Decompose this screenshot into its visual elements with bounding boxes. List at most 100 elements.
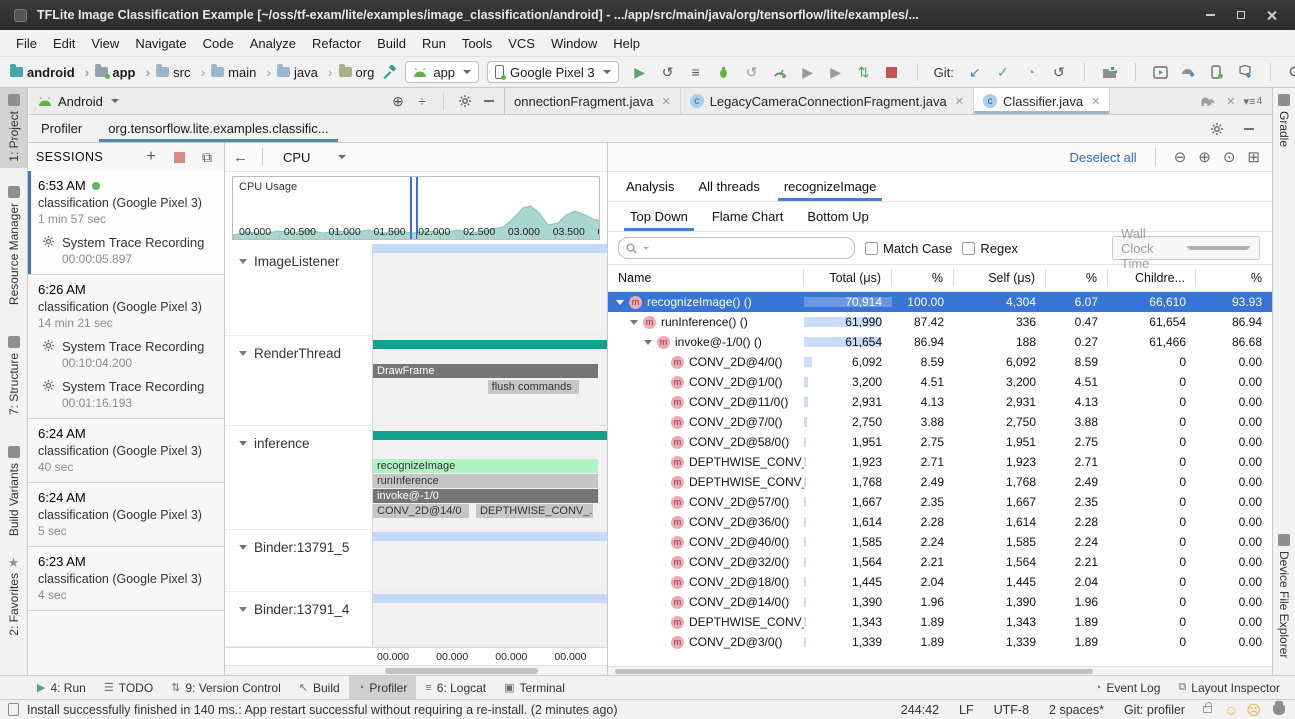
session-item[interactable]: 6:26 AMclassification (Google Pixel 3)14… (28, 275, 224, 419)
table-row[interactable]: mCONV_2D@4/0()6,0928.596,0928.5900.00 (608, 352, 1272, 372)
thread-row[interactable]: RenderThreadDrawFrameflush commands (225, 336, 607, 426)
thread-track[interactable]: DrawFrameflush commands (373, 336, 607, 425)
device-manager-icon[interactable] (1208, 63, 1226, 81)
project-structure-icon[interactable] (1101, 63, 1119, 81)
table-row[interactable]: mCONV_2D@3/0()1,3391.891,3391.8900.00 (608, 632, 1272, 652)
zoom-in-icon[interactable]: ⊕ (1198, 148, 1211, 166)
toolwindow-button-event-log[interactable]: ◔Event Log (1086, 676, 1170, 699)
editor-tab[interactable]: onnectionFragment.java✕ (505, 88, 681, 114)
reset-zoom-icon[interactable]: ⊙ (1223, 148, 1236, 166)
toolwindow-button-terminal[interactable]: ▣Terminal (495, 676, 574, 699)
toolwindow-button-9-version-control[interactable]: ⇅9: Version Control (162, 676, 290, 699)
tab-profiler[interactable]: Profiler (28, 115, 95, 142)
build-hammer-icon[interactable] (382, 63, 397, 81)
debug-button[interactable] (715, 63, 733, 81)
trace-event-bar[interactable]: DEPTHWISE_CONV_... (476, 504, 593, 518)
attach-profiler-button[interactable]: ▶ (799, 63, 817, 81)
git-history-icon[interactable]: ◔ (1022, 63, 1040, 81)
tab-profiler-session[interactable]: org.tensorflow.lite.examples.classific..… (95, 115, 341, 142)
toolwindow-button-todo[interactable]: ☰TODO (95, 676, 162, 699)
menu-vcs[interactable]: VCS (500, 32, 543, 55)
breadcrumb-item[interactable]: src (154, 62, 207, 82)
session-item[interactable]: 6:53 AMclassification (Google Pixel 3)1 … (28, 171, 224, 275)
column-header[interactable]: % (892, 269, 954, 287)
file-encoding[interactable]: UTF-8 (988, 703, 1035, 717)
expand-arrow-icon[interactable] (616, 300, 624, 305)
status-message[interactable]: Install successfully finished in 140 ms.… (27, 703, 887, 717)
close-icon[interactable]: ✕ (1226, 95, 1235, 108)
toolwindow-button-6-logcat[interactable]: ≡6: Logcat (416, 676, 495, 699)
menu-run[interactable]: Run (414, 32, 454, 55)
table-row[interactable]: mDEPTHWISE_CONV_2D1,9232.711,9232.7100.0… (608, 452, 1272, 472)
tab-recognizeimage[interactable]: recognizeImage (772, 172, 889, 201)
profile-button[interactable] (771, 63, 789, 81)
collapse-sessions-icon[interactable]: ⧉ (198, 148, 216, 166)
trace-event-bar[interactable] (373, 431, 607, 440)
collapse-all-icon[interactable]: ÷ (413, 92, 431, 110)
attach-profiler-low-overhead-button[interactable]: ▶ (827, 63, 845, 81)
breadcrumb-item[interactable]: java (275, 62, 335, 82)
close-icon[interactable]: ✕ (661, 95, 670, 108)
table-row[interactable]: mrecognizeImage() ()70,914100.004,3046.0… (608, 292, 1272, 312)
table-row[interactable]: mDEPTHWISE_CONV_2D1,3431.891,3431.8900.0… (608, 612, 1272, 632)
column-header[interactable]: % (1196, 269, 1272, 287)
table-row[interactable]: mCONV_2D@32/0()1,5642.211,5642.2100.00 (608, 552, 1272, 572)
menu-window[interactable]: Window (543, 32, 605, 55)
settings-icon[interactable] (456, 92, 474, 110)
menu-code[interactable]: Code (195, 32, 242, 55)
apply-changes-button[interactable]: ↺ (659, 63, 677, 81)
table-row[interactable]: mCONV_2D@58/0()1,9512.751,9512.7500.00 (608, 432, 1272, 452)
session-item[interactable]: 6:24 AMclassification (Google Pixel 3)5 … (28, 483, 224, 547)
toolwindow-tab-gradle[interactable]: Gradle (1273, 88, 1295, 153)
toolwindow-tab-build-variants[interactable]: Build Variants (0, 440, 27, 542)
recording-item[interactable]: System Trace Recording00:01:16.193 (42, 379, 216, 410)
table-row[interactable]: mrunInference() ()61,99087.423360.4761,6… (608, 312, 1272, 332)
menu-build[interactable]: Build (369, 32, 414, 55)
subtab-flame-chart[interactable]: Flame Chart (700, 202, 796, 231)
menu-help[interactable]: Help (605, 32, 648, 55)
column-header[interactable]: Childre... (1108, 269, 1196, 287)
menu-refactor[interactable]: Refactor (304, 32, 369, 55)
stop-button[interactable] (883, 63, 901, 81)
zoom-to-selection-icon[interactable]: ⊞ (1247, 148, 1260, 166)
avd-manager-icon[interactable] (1152, 63, 1170, 81)
thread-row[interactable]: ImageListener (225, 244, 607, 336)
collapse-thread-icon[interactable] (239, 259, 247, 264)
trace-event-bar[interactable]: recognizeImage (373, 459, 598, 473)
trace-event-bar[interactable]: runInference (373, 474, 598, 488)
collapse-thread-icon[interactable] (239, 441, 247, 446)
table-row[interactable]: mCONV_2D@7/0()2,7503.882,7503.8800.00 (608, 412, 1272, 432)
toolwindow-button-4-run[interactable]: ▶4: Run (28, 676, 95, 699)
table-horizontal-scrollbar[interactable] (608, 666, 1272, 675)
git-commit-icon[interactable]: ✓ (994, 63, 1012, 81)
minimize-panel-icon[interactable] (1240, 120, 1258, 138)
thread-row[interactable]: Binder:13791_5 (225, 530, 607, 592)
toolwindow-tab-2-favorites[interactable]: ★2: Favorites (0, 552, 27, 642)
column-header[interactable]: Total (μs) (804, 269, 892, 287)
table-row[interactable]: minvoke@-1/0() ()61,65486.941880.2761,46… (608, 332, 1272, 352)
thread-track[interactable] (373, 530, 607, 591)
tab-analysis[interactable]: Analysis (614, 172, 686, 201)
expand-arrow-icon[interactable] (630, 320, 638, 325)
editor-tab[interactable]: cLegacyCameraConnectionFragment.java✕ (681, 88, 974, 114)
menu-view[interactable]: View (83, 32, 127, 55)
add-session-icon[interactable]: + (142, 148, 160, 166)
readonly-lock-icon[interactable] (1203, 706, 1212, 713)
session-item[interactable]: 6:23 AMclassification (Google Pixel 3)4 … (28, 547, 224, 611)
project-view-select[interactable]: Android (58, 94, 103, 109)
back-icon[interactable]: ← (233, 149, 248, 166)
profiler-kind-select[interactable]: CPU (277, 148, 352, 167)
subtab-bottom-up[interactable]: Bottom Up (795, 202, 880, 231)
sad-face-icon[interactable]: ☹ (1246, 703, 1261, 717)
trace-event-bar[interactable]: invoke@-1/0 (373, 489, 598, 503)
device-select[interactable]: Google Pixel 3 (487, 61, 619, 83)
close-icon[interactable] (1267, 10, 1277, 20)
trace-event-bar[interactable] (373, 594, 607, 603)
rerun-profiler-button[interactable]: ⇅ (855, 63, 873, 81)
minimize-icon[interactable] (1206, 14, 1215, 16)
toolwindow-button-layout-inspector[interactable]: ⧉Layout Inspector (1169, 676, 1289, 699)
column-header[interactable]: Self (μs) (954, 269, 1046, 287)
breadcrumb-item[interactable]: app (93, 62, 152, 82)
trace-event-bar[interactable] (373, 340, 607, 349)
toolwindow-tab-device-file-explorer[interactable]: Device File Explorer (1273, 528, 1295, 664)
